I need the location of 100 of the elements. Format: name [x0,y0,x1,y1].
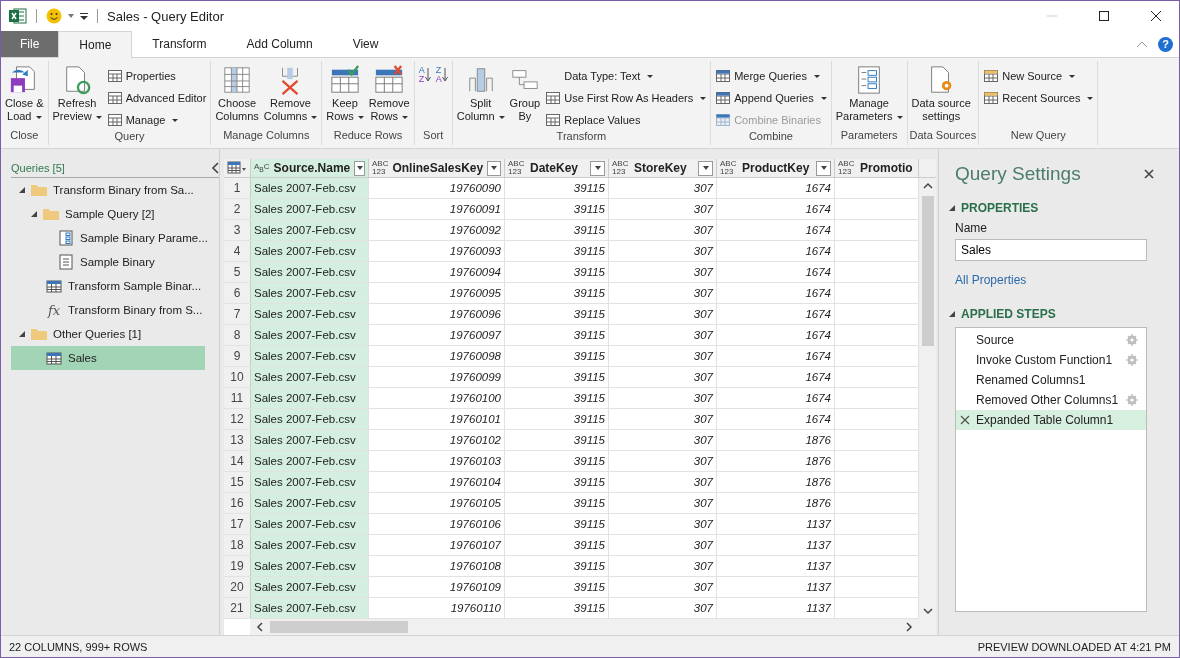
applied-step[interactable]: Removed Other Columns1 [956,390,1146,410]
table-cell: Sales 2007-Feb.csv [254,476,356,488]
ribbon-tab[interactable]: Add Column [226,31,333,57]
ribbon-button[interactable]: Data Type: Text [543,66,709,86]
name-field[interactable]: Sales [955,239,1147,261]
table-cell: 39115 [573,518,605,530]
scroll-thumb[interactable] [270,621,408,633]
expand-icon[interactable] [949,205,955,211]
filter-button[interactable] [354,160,365,176]
file-tab[interactable]: File [1,31,59,57]
ribbon-button[interactable]: Advanced Editor [104,88,209,108]
column-header[interactable]: A$_{B}$C Source.Name [251,159,369,177]
applied-step[interactable]: Invoke Custom Function1 [956,350,1146,370]
query-item[interactable]: fx Transform Binary from S... [11,298,205,322]
query-item[interactable]: Sample Query [2] [11,202,205,226]
expand-icon[interactable] [19,187,25,193]
scroll-left-icon[interactable] [256,622,264,632]
row-number: 10 [224,367,251,387]
applied-step[interactable]: Expanded Table Column1 [956,410,1146,430]
smiley-icon[interactable] [46,8,62,24]
ribbon-button[interactable]: Recent Sources [981,88,1096,108]
table-cell: 307 [693,434,713,446]
table-cell: 1674 [805,413,831,425]
table-cell: 307 [693,581,713,593]
ribbon-tab[interactable]: Home [58,31,133,58]
ribbon-button[interactable]: Choose Columns [213,64,261,129]
customize-icon[interactable] [80,12,88,20]
ribbon-button[interactable]: Refresh Preview [50,64,104,130]
ribbon-button[interactable]: Use First Row As Headers [543,88,709,108]
expand-icon[interactable] [31,211,37,217]
type-label: ABC 123 [838,160,856,176]
ribbon-button[interactable]: Manage [104,110,209,130]
scroll-thumb[interactable] [921,196,934,346]
table-cell: 1876 [805,497,831,509]
ribbon-tab[interactable]: View [332,31,399,57]
caret-icon [896,115,903,119]
ribbon-button[interactable]: Remove Rows [366,64,412,129]
ribbon-button[interactable]: Properties [104,66,209,86]
table-cell: Sales 2007-Feb.csv [254,245,356,257]
scroll-down-icon[interactable] [922,607,933,615]
filter-button[interactable] [487,160,501,176]
ribbon-button[interactable]: New Source [981,66,1096,86]
caret-icon [700,96,707,100]
ribbon-button[interactable]: Close & Load [3,64,46,129]
ribbon-button[interactable]: Keep Rows [324,64,366,129]
query-item[interactable]: Sample Binary Parame... [11,226,205,250]
row-number: 6 [224,283,251,303]
table-cell: 1674 [805,371,831,383]
table-menu-button[interactable] [224,159,251,177]
caret-icon[interactable] [68,14,74,18]
vertical-scrollbar[interactable] [919,178,936,635]
table-cell: 39115 [573,581,605,593]
group-label: Close [9,129,40,143]
type-label: ABC 123 [372,160,389,176]
query-item[interactable]: Sales [11,346,205,370]
table-cell: 19760108 [449,560,501,572]
collapse-pane-icon[interactable] [211,162,219,174]
ribbon-button[interactable]: Group By [507,64,543,130]
expand-icon[interactable] [19,331,25,337]
row-number: 18 [224,535,251,555]
help-button[interactable]: ? [1158,36,1173,52]
ribbon-button[interactable]: Merge Queries [713,66,829,86]
scroll-up-icon[interactable] [922,182,933,190]
all-properties-link[interactable]: All Properties [955,273,1154,287]
query-item[interactable]: Sample Binary [11,250,205,274]
table-cell: 39115 [573,413,605,425]
sort-button[interactable]: ZA [433,64,450,86]
close-icon[interactable] [1144,169,1154,179]
ribbon-button[interactable]: Manage Parameters [833,64,905,129]
horizontal-scrollbar[interactable] [250,619,919,635]
query-item[interactable]: Other Queries [1] [11,322,205,346]
applied-step[interactable]: Renamed Columns1 [956,370,1146,390]
ribbon-button[interactable]: Split Column [454,64,507,130]
applied-step[interactable]: Source [956,330,1146,350]
ribbon-button[interactable]: Remove Columns [261,64,320,129]
delete-icon[interactable] [960,415,970,425]
table-cell: Sales 2007-Feb.csv [254,455,356,467]
ribbon-button[interactable]: Append Queries [713,88,829,108]
row-number: 14 [224,451,251,471]
table-cell: Sales 2007-Feb.csv [254,497,356,509]
group-label: Transform [555,130,608,144]
row-number: 2 [224,199,251,219]
table-cell: 19760099 [449,371,501,383]
query-item[interactable]: Transform Sample Binar... [11,274,205,298]
filter-button[interactable] [698,160,713,176]
table-cell: 307 [693,182,713,194]
ribbon-button[interactable]: Data source settings [909,64,973,129]
query-item[interactable]: Transform Binary from Sa... [11,178,205,202]
filter-button[interactable] [590,160,605,176]
table-cell: 1674 [805,266,831,278]
row-number: 9 [224,346,251,366]
collapse-ribbon-icon[interactable] [1136,40,1148,48]
ribbon-button[interactable]: Replace Values [543,110,709,130]
table-cell: 307 [693,266,713,278]
scroll-right-icon[interactable] [905,622,913,632]
expand-icon[interactable] [949,311,955,317]
ribbon-tab[interactable]: Transform [132,31,227,57]
table-cell: 1674 [805,350,831,362]
filter-button[interactable] [816,160,831,176]
sort-button[interactable]: AZ [416,64,433,86]
